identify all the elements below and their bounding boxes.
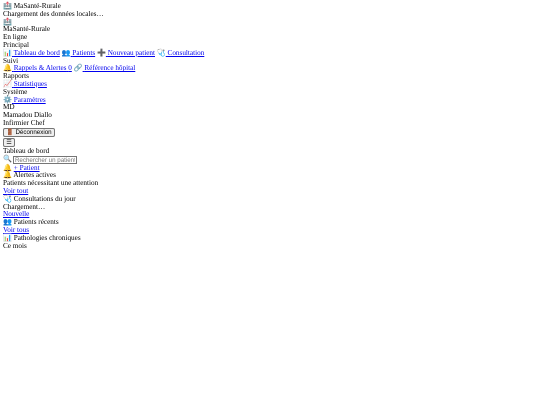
user-name: Mamadou Diallo	[3, 111, 52, 120]
consultations-card-subtitle: Chargement…	[3, 202, 46, 211]
sidebar-item-settings[interactable]: ⚙️ Paramètres	[3, 96, 46, 104]
search-icon: 🔍	[3, 155, 12, 164]
logout-row: 🚪 Déconnexion	[3, 127, 540, 138]
alerts-view-all-link[interactable]: Voir tout	[3, 187, 28, 195]
link-icon: 🔗	[73, 64, 83, 73]
recent-patients-view-all-link[interactable]: Voir tous	[3, 226, 29, 234]
sidebar-item-dashboard[interactable]: 📊 Tableau de bord	[3, 49, 60, 57]
avatar: MD	[3, 103, 15, 112]
nav-principal-group: 📊 Tableau de bord 👥 Patients ➕ Nouveau p…	[3, 49, 540, 58]
menu-toggle-button[interactable]: ☰	[3, 137, 15, 147]
sidebar-item-consultation[interactable]: 🩺 Consultation	[157, 49, 205, 57]
users-icon: 👥	[61, 48, 71, 57]
nav-section-systeme: Système	[3, 87, 28, 96]
consultations-card-title: 🩺 Consultations du jour	[3, 194, 76, 203]
nav-rapports-group: 📈 Statistiques	[3, 80, 540, 89]
nav-systeme-group: ⚙️ Paramètres	[3, 96, 540, 105]
stethoscope-icon: 🩺	[156, 48, 166, 57]
new-consultation-link[interactable]: Nouvelle	[3, 210, 29, 218]
sidebar-logo: 🏥	[3, 18, 540, 27]
sidebar-item-stats[interactable]: 📈 Statistiques	[3, 80, 47, 88]
user-role: Infirmier Chef	[3, 118, 45, 127]
logout-button[interactable]: 🚪 Déconnexion	[3, 127, 55, 137]
page: 🏥 MaSanté-Rurale Chargement des données …	[0, 0, 540, 405]
plus-icon: ➕	[96, 48, 106, 57]
page-title: Tableau de bord	[3, 146, 50, 155]
loader-brand-name: MaSanté-Rurale	[13, 2, 61, 10]
loader-message: Chargement des données locales…	[3, 9, 104, 18]
sidebar-item-new-patient[interactable]: ➕ Nouveau patient	[97, 49, 155, 57]
recent-patients-card-title: 👥 Patients récents	[3, 218, 59, 227]
topbar-actions: 🔔 + Patient	[3, 164, 540, 173]
alerts-card-subtitle: Patients nécessitant une attention	[3, 179, 99, 188]
nav-suivi-group: 🔔 Rappels & Alertes 0 🔗 Référence hôpita…	[3, 64, 540, 73]
menu-row: ☰	[3, 137, 540, 148]
sidebar-item-patients[interactable]: 👥 Patients	[62, 49, 96, 57]
sidebar-brand: MaSanté-Rurale	[3, 25, 51, 34]
sidebar-item-referral[interactable]: 🔗 Référence hôpital	[74, 64, 136, 72]
door-icon: 🚪	[6, 128, 14, 136]
search-row: 🔍	[3, 155, 540, 165]
nav-section-rapports: Rapports	[3, 72, 29, 81]
chronic-card-title: 📊 Pathologies chroniques	[3, 233, 81, 242]
sidebar-item-reminders[interactable]: 🔔 Rappels & Alertes 0	[3, 64, 72, 72]
reminders-count-badge: 0	[68, 64, 72, 73]
chronic-card-subtitle: Ce mois	[3, 241, 27, 250]
connection-status: En ligne	[3, 33, 28, 42]
